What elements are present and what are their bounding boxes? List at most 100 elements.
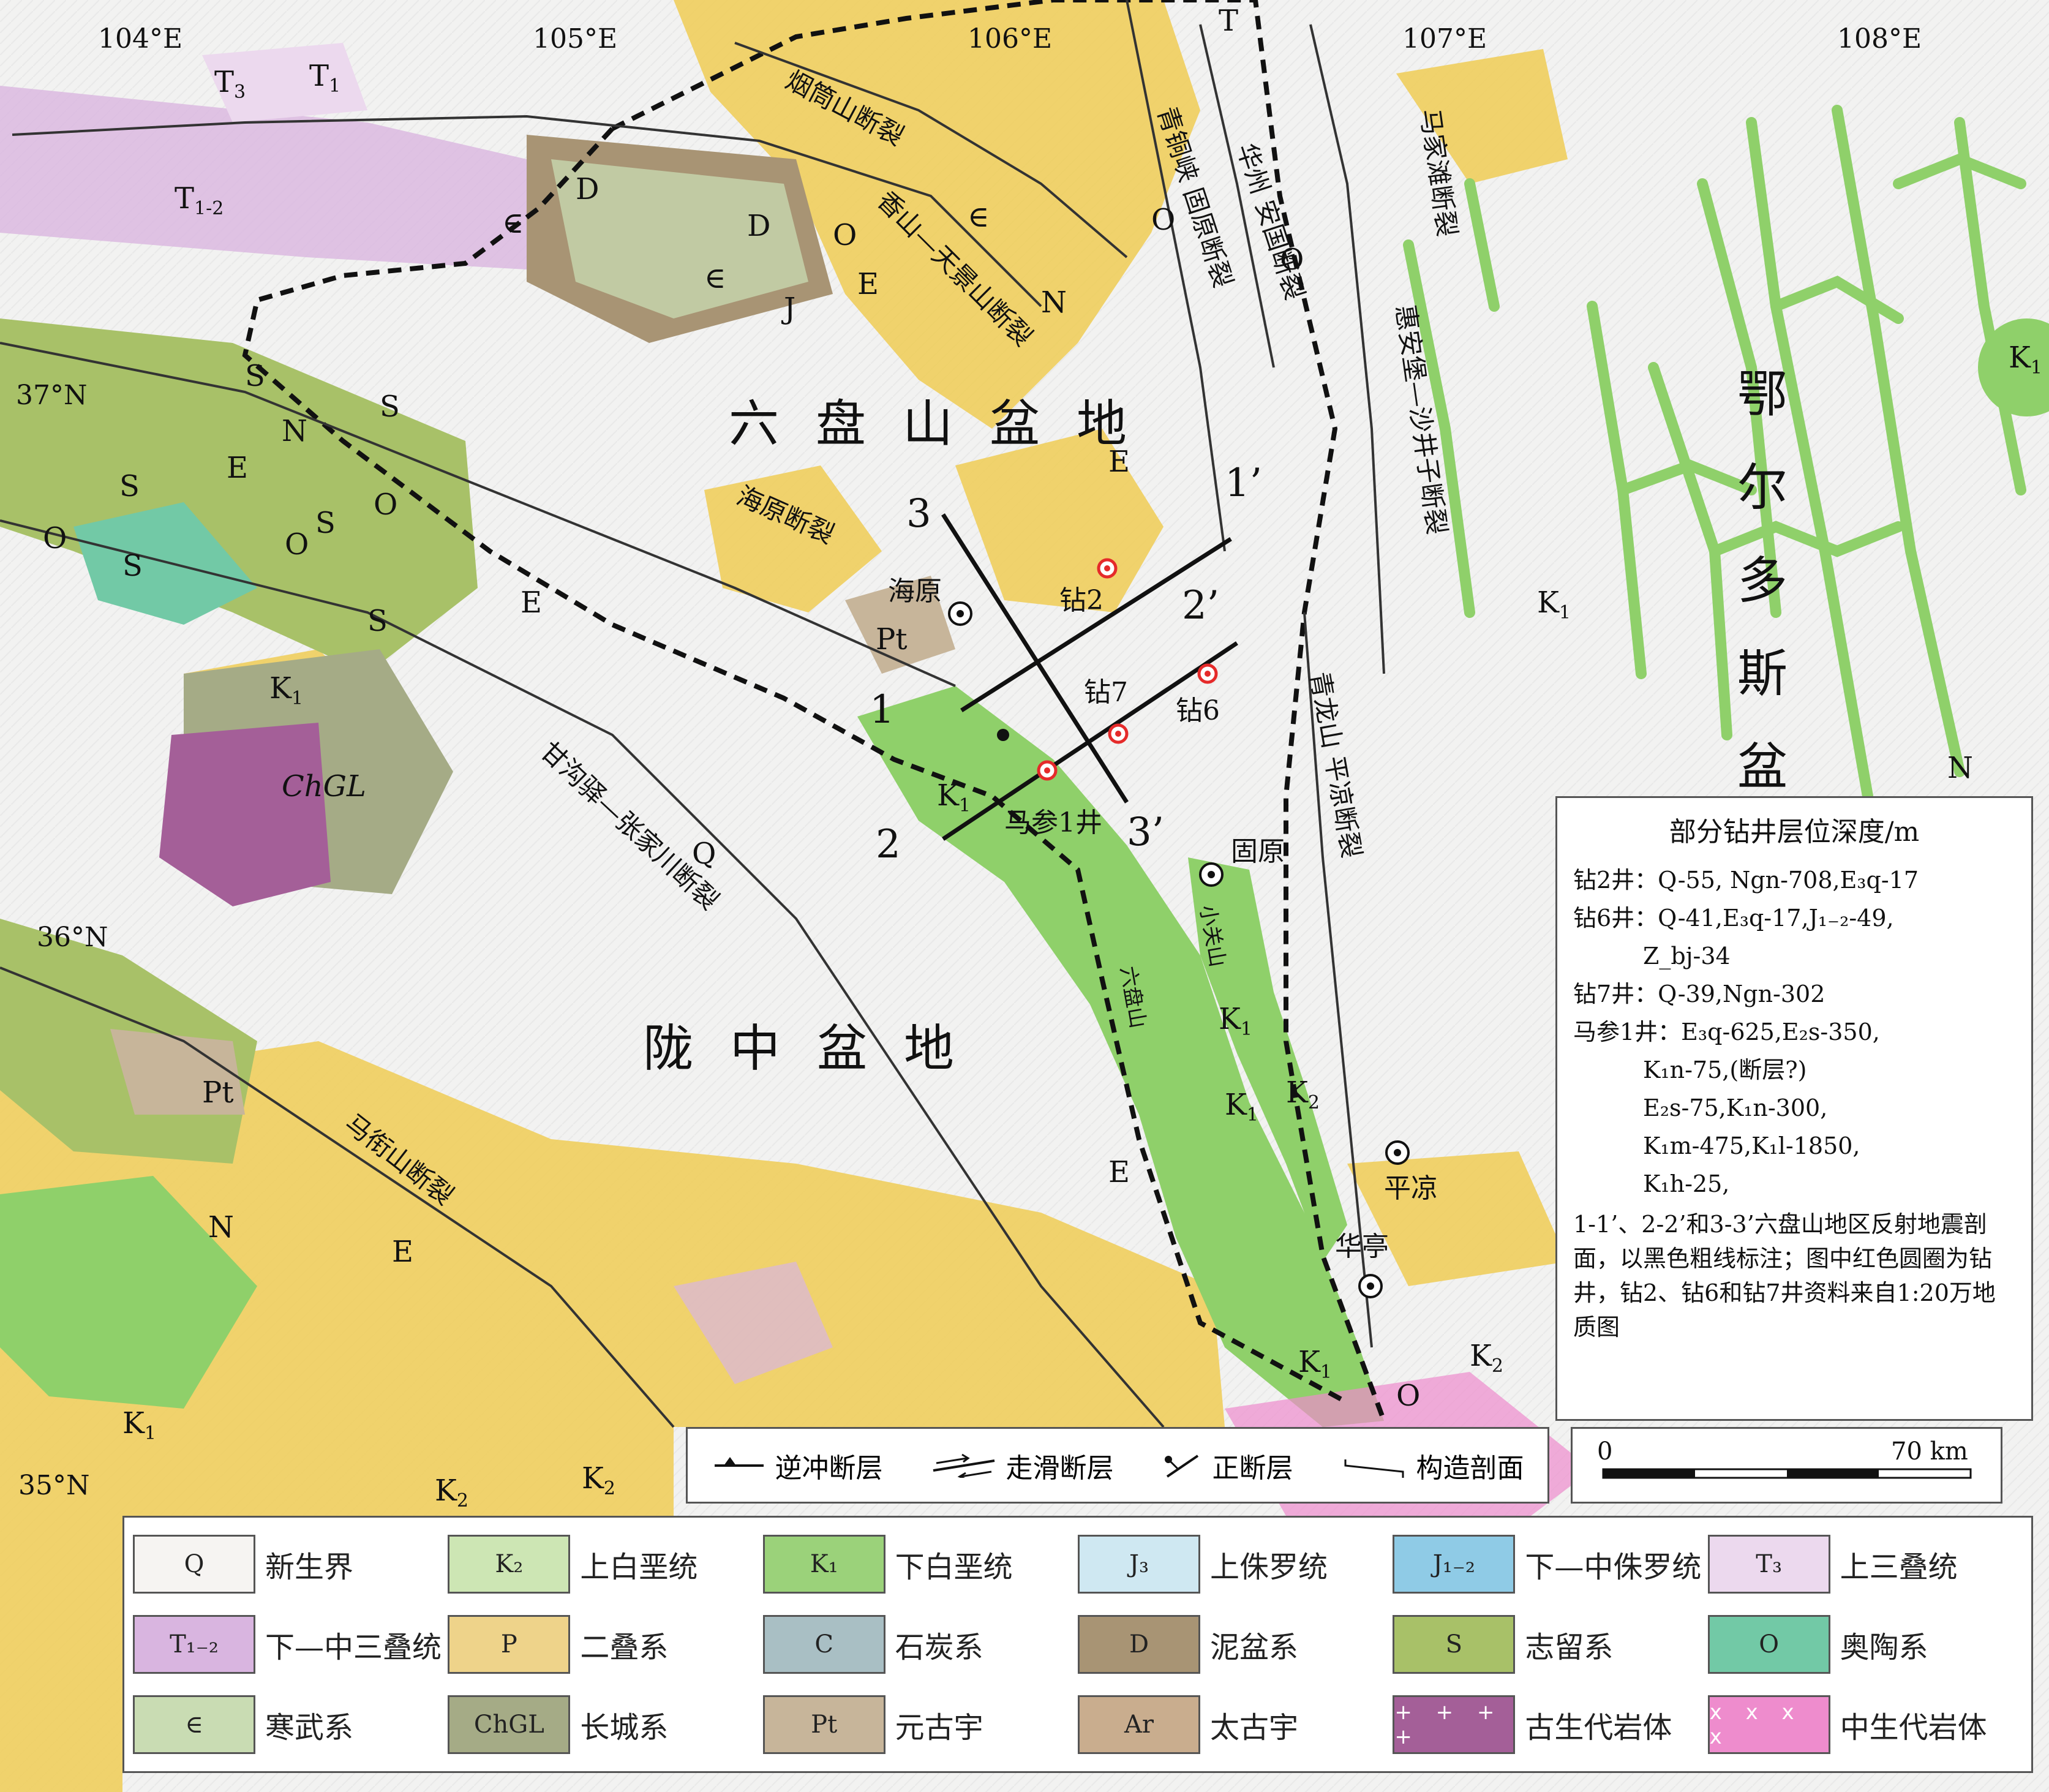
town-guyuan: 固原 bbox=[1231, 836, 1285, 867]
legend-unit-name: 新生界 bbox=[265, 1549, 354, 1584]
lon-105: 105°E bbox=[533, 23, 617, 55]
legend-unit: T₁₋₂ 下—中三叠统 bbox=[133, 1604, 448, 1684]
svg-text:D: D bbox=[576, 172, 599, 206]
legend-unit: ChGL 长城系 bbox=[448, 1685, 762, 1765]
svg-text:O: O bbox=[285, 527, 309, 562]
svg-text:N: N bbox=[1947, 751, 1973, 785]
lat-36: 36°N bbox=[37, 922, 108, 953]
svg-text:N: N bbox=[282, 414, 307, 448]
well-macan1: 马参1井 bbox=[1004, 807, 1102, 838]
svg-text:∈: ∈ bbox=[968, 200, 990, 234]
svg-text:N: N bbox=[1041, 285, 1067, 320]
legend-unit: J₃ 上侏罗统 bbox=[1077, 1524, 1393, 1604]
legend-unit: ∈ 寒武系 bbox=[133, 1685, 448, 1765]
legend-swatch: ChGL bbox=[448, 1695, 571, 1755]
depth-row: K₁m-475,K₁l-1850, bbox=[1573, 1132, 1860, 1159]
legend-unit: C 石炭系 bbox=[762, 1604, 1078, 1684]
depth-box-note: 1-1’、2-2’和3-3’六盘山地区反射地震剖面，以黑色粗线标注；图中红色圆圈… bbox=[1573, 1211, 1996, 1341]
svg-text:∈: ∈ bbox=[502, 206, 524, 240]
legend-unit: + + + + 古生代岩体 bbox=[1393, 1685, 1707, 1765]
depth-row: K₁h-25, bbox=[1573, 1170, 1730, 1197]
legend-unit: K₁ 下白垩统 bbox=[762, 1524, 1078, 1604]
legend-swatch: T₁₋₂ bbox=[133, 1614, 255, 1674]
svg-text:Pt: Pt bbox=[202, 1075, 234, 1110]
depth-row: Z_bj-34 bbox=[1573, 943, 1731, 969]
legend-swatch: Pt bbox=[762, 1695, 885, 1755]
normal-fault-icon bbox=[1164, 1454, 1198, 1478]
svg-text:E: E bbox=[521, 585, 542, 620]
legend-swatch: C bbox=[762, 1614, 885, 1674]
legend-unit-name: 上白垩统 bbox=[580, 1549, 698, 1584]
lat-37: 37°N bbox=[16, 380, 88, 411]
legend-normal: 正断层 bbox=[1161, 1446, 1293, 1485]
profile-label-3p: 3’ bbox=[1127, 810, 1164, 855]
legend-swatch: J₃ bbox=[1077, 1534, 1200, 1594]
legend-strike-slip: 走滑断层 bbox=[930, 1446, 1114, 1485]
depth-row: 马参1井：E₃q-625,E₂s-350, bbox=[1573, 1018, 1880, 1045]
legend-thrust: 逆冲断层 bbox=[712, 1446, 883, 1485]
svg-text:E: E bbox=[392, 1235, 413, 1269]
legend-swatch: K₂ bbox=[448, 1534, 571, 1594]
lon-106: 106°E bbox=[968, 23, 1052, 55]
svg-text:O: O bbox=[1280, 243, 1304, 277]
town-haiyuan: 海原 bbox=[888, 576, 942, 607]
legend-unit-name: 太古宇 bbox=[1209, 1711, 1298, 1745]
svg-text:∈: ∈ bbox=[704, 261, 726, 295]
unit-legend: Q 新生界 K₂ 上白垩统 K₁ 下白垩统 J₃ 上侏罗统 J₁₋₂ 下—中侏罗统 T₃ 上三叠统 T₁… bbox=[122, 1516, 2033, 1773]
lon-104: 104°E bbox=[98, 23, 182, 55]
scale-zero: 0 bbox=[1597, 1437, 1612, 1466]
legend-unit: O 奥陶系 bbox=[1707, 1604, 2023, 1684]
profile-label-3: 3 bbox=[906, 491, 931, 536]
legend-swatch: D bbox=[1077, 1614, 1200, 1674]
legend-unit-name: 二叠系 bbox=[580, 1630, 669, 1665]
legend-unit-name: 上侏罗统 bbox=[1209, 1549, 1328, 1584]
svg-text:O: O bbox=[1396, 1379, 1420, 1413]
svg-text:S: S bbox=[122, 549, 143, 583]
profile-label-1p: 1’ bbox=[1225, 461, 1262, 506]
legend-unit-name: 下白垩统 bbox=[895, 1549, 1013, 1584]
svg-text:S: S bbox=[367, 604, 388, 638]
legend-unit-name: 志留系 bbox=[1525, 1630, 1614, 1665]
thrust-fault-icon bbox=[714, 1456, 764, 1467]
svg-text:E: E bbox=[227, 451, 248, 485]
legend-swatch: O bbox=[1707, 1614, 1830, 1674]
svg-text:T: T bbox=[1219, 4, 1238, 38]
lon-108: 108°E bbox=[1837, 23, 1922, 55]
town-pingliang: 平凉 bbox=[1384, 1173, 1438, 1204]
legend-unit: K₂ 上白垩统 bbox=[448, 1524, 762, 1604]
legend-swatch: x x x x bbox=[1707, 1695, 1830, 1755]
fault-legend: 逆冲断层 走滑断层 正断层 构造剖面 bbox=[686, 1427, 1549, 1504]
scale-bar: 0 70 km bbox=[1571, 1427, 2002, 1504]
svg-text:Pt: Pt bbox=[876, 622, 908, 657]
legend-unit-name: 元古宇 bbox=[895, 1711, 983, 1745]
legend-unit-name: 长城系 bbox=[580, 1711, 669, 1745]
legend-swatch: Ar bbox=[1077, 1695, 1200, 1755]
legend-swatch: Q bbox=[133, 1534, 255, 1594]
legend-swatch: P bbox=[448, 1614, 571, 1674]
legend-swatch: + + + + bbox=[1393, 1695, 1516, 1755]
svg-text:O: O bbox=[374, 488, 397, 522]
legend-unit: S 志留系 bbox=[1393, 1604, 1707, 1684]
depth-row: 钻6井：Q-41,E₃q-17,J₁₋₂-49, bbox=[1573, 905, 1894, 932]
scale-max: 70 km bbox=[1891, 1437, 1968, 1466]
legend-swatch: J₁₋₂ bbox=[1393, 1534, 1516, 1594]
depth-row: 钻7井：Q-39,Ngn-302 bbox=[1573, 981, 1825, 1007]
svg-text:E: E bbox=[1108, 1155, 1130, 1189]
svg-text:S: S bbox=[315, 506, 336, 540]
legend-unit: T₃ 上三叠统 bbox=[1707, 1524, 2023, 1604]
depth-row: 钻2井：Q-55, Ngn-708,E₃q-17 bbox=[1573, 867, 1919, 894]
basin-liupanshan: 六盘山盆地 bbox=[729, 395, 1164, 453]
well-zuan7: 钻7 bbox=[1084, 677, 1128, 708]
depth-row: K₁n-75,(断层?) bbox=[1573, 1056, 1807, 1083]
legend-unit: P 二叠系 bbox=[448, 1604, 762, 1684]
legend-swatch: K₁ bbox=[762, 1534, 885, 1594]
legend-unit-name: 寒武系 bbox=[265, 1711, 354, 1745]
legend-unit-name: 泥盆系 bbox=[1209, 1630, 1298, 1665]
lat-35: 35°N bbox=[18, 1470, 90, 1501]
legend-unit-name: 奥陶系 bbox=[1840, 1630, 1928, 1665]
legend-unit-name: 下—中侏罗统 bbox=[1525, 1549, 1702, 1584]
legend-unit: D 泥盆系 bbox=[1077, 1604, 1393, 1684]
profile-label-2p: 2’ bbox=[1182, 583, 1219, 628]
svg-text:ChGL: ChGL bbox=[282, 769, 366, 804]
svg-text:S: S bbox=[380, 390, 400, 424]
